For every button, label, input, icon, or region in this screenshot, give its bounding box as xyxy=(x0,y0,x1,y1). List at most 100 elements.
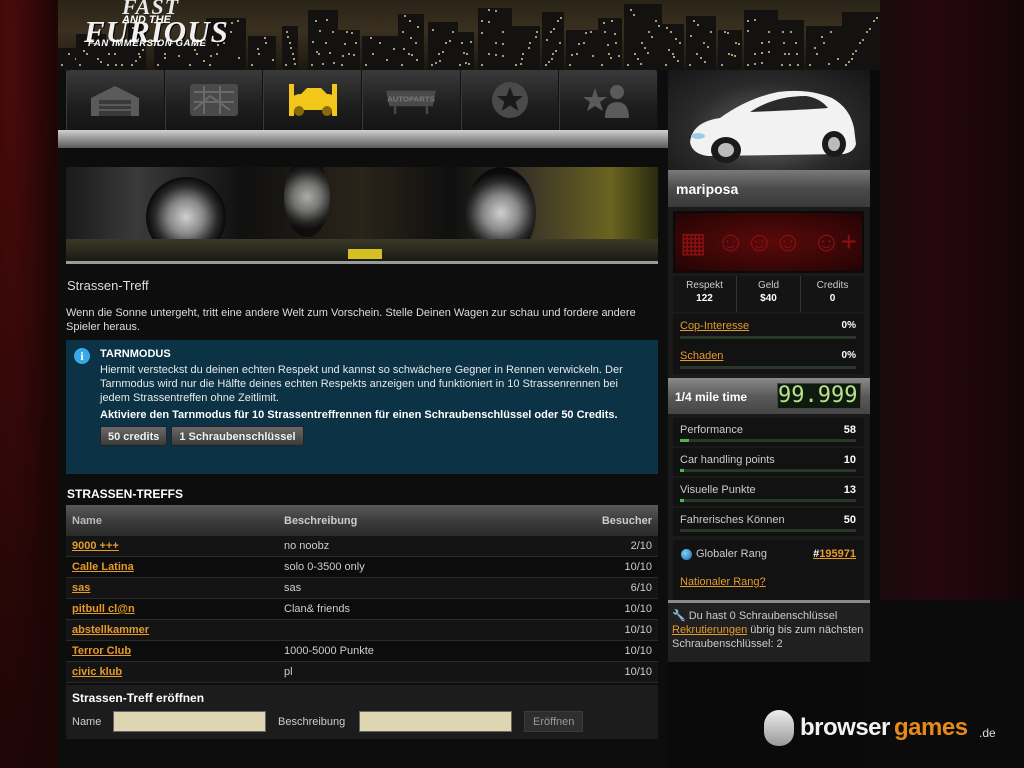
meet-name-link[interactable]: sas xyxy=(66,582,284,594)
nav-garage[interactable] xyxy=(66,70,165,130)
meet-visitors: 10/10 xyxy=(624,666,652,678)
quarter-mile-label: 1/4 mile time xyxy=(675,390,748,404)
meet-name-link[interactable]: abstellkammer xyxy=(66,624,284,636)
table-row: civic klub pl 10/10 xyxy=(66,662,658,683)
damage-link[interactable]: Schaden xyxy=(680,350,723,362)
nav-profile[interactable] xyxy=(559,70,659,130)
info-icon: i xyxy=(74,348,90,364)
meet-description: sas xyxy=(284,582,302,594)
table-body: 9000 +++ no noobz 2/10 Calle Latina solo 0-… xyxy=(66,536,658,683)
car-stat-label: Performance xyxy=(680,424,743,436)
meet-name-input[interactable] xyxy=(113,711,266,732)
rank-panel: Globaler Rang #195971 Nationaler Rang? xyxy=(673,540,864,600)
globe-icon xyxy=(681,548,692,560)
cop-interest-link[interactable]: Cop-Interesse xyxy=(680,320,749,332)
damage-bar xyxy=(680,366,856,369)
svg-text:AUTOPARTS: AUTOPARTS xyxy=(388,95,436,104)
recruitments-link[interactable]: Rekrutierungen xyxy=(672,624,747,636)
stealth-mode-offer: Aktiviere den Tarnmodus für 10 Strassent… xyxy=(100,409,618,421)
player-name: mariposa xyxy=(668,170,870,207)
car-stat-visual: Visuelle Punkte 13 xyxy=(673,478,864,506)
create-meet-title: Strassen-Treff eröffnen xyxy=(72,691,205,705)
garage-icon xyxy=(91,86,140,116)
car-stat-driving-skill: Fahrerisches Können 50 xyxy=(673,508,864,536)
map-icon xyxy=(190,84,238,116)
street-meets-title: STRASSEN-TREFFS xyxy=(67,487,184,501)
browsergames-watermark: browser games .de xyxy=(760,706,1010,750)
car-stat-value: 13 xyxy=(843,484,856,496)
column-description-header: Beschreibung xyxy=(284,514,358,527)
wrench-count-text: Du hast 0 Schraubenschlüssel xyxy=(688,610,838,622)
stat-respect: Respekt 122 xyxy=(673,276,737,312)
stealth-mode-text: Hiermit versteckst du deinen echten Resp… xyxy=(100,364,623,404)
national-rank-link[interactable]: Nationaler Rang? xyxy=(680,576,766,588)
page-intro: Wenn die Sonne untergeht, tritt eine and… xyxy=(66,307,636,333)
car-stat-performance: Performance 58 xyxy=(673,418,864,446)
global-rank-label: Globaler Rang xyxy=(681,548,767,560)
status-panel: ▦ ☺☺☺ ☺+ xyxy=(673,211,864,273)
description-label: Beschreibung xyxy=(278,716,346,728)
wrench-icon: 🔧 xyxy=(672,610,686,622)
car-stat-label: Fahrerisches Können xyxy=(680,514,785,526)
meet-visitors: 10/10 xyxy=(624,603,652,615)
calendar-icon: ▦ xyxy=(679,226,707,258)
car-stat-value: 50 xyxy=(843,514,856,526)
global-rank-value[interactable]: #195971 xyxy=(813,548,856,560)
damage-value: 0% xyxy=(841,350,856,361)
meet-name-link[interactable]: civic klub xyxy=(66,666,284,678)
cop-interest-value: 0% xyxy=(841,320,856,331)
main-content: AUTOPARTS Strassen-Treff Wenn die Sonne … xyxy=(58,70,668,768)
meet-visitors: 10/10 xyxy=(624,624,652,636)
meet-visitors: 10/10 xyxy=(624,561,652,573)
meet-description-input[interactable] xyxy=(359,711,512,732)
player-car-image[interactable] xyxy=(668,70,870,170)
car-stat-value: 58 xyxy=(843,424,856,436)
cop-interest-bar xyxy=(680,336,856,339)
nav-star[interactable] xyxy=(460,70,560,130)
meet-description: no noobz xyxy=(284,540,330,552)
game-logo[interactable]: FAST AND THE FURIOUS FAN IMMERSION GAME xyxy=(82,0,272,56)
page-title: Strassen-Treff xyxy=(67,278,149,293)
buy-with-key-button[interactable]: 1 Schraubenschlüssel xyxy=(171,426,304,446)
nav-autoparts[interactable]: AUTOPARTS xyxy=(362,70,461,130)
column-name-header: Name xyxy=(72,514,102,527)
table-row: Terror Club 1000-5000 Punkte 10/10 xyxy=(66,641,658,662)
stat-money: Geld $40 xyxy=(737,276,801,312)
table-row: sas sas 6/10 xyxy=(66,578,658,599)
meet-description: 1000-5000 Punkte xyxy=(284,645,374,657)
table-header: Name Beschreibung Besucher xyxy=(66,505,658,536)
add-friend-icon[interactable]: ☺+ xyxy=(812,226,857,258)
meet-description: pl xyxy=(284,666,293,678)
cop-interest-row: Cop-Interesse 0% xyxy=(673,314,864,344)
meet-visitors: 10/10 xyxy=(624,645,652,657)
nav-cars[interactable] xyxy=(263,70,363,130)
sidebar: mariposa ▦ ☺☺☺ ☺+ Respekt 122 Geld $40 Cre… xyxy=(668,70,870,662)
stealth-mode-heading: TARNMODUS xyxy=(100,348,171,360)
crew-icon[interactable]: ☺☺☺ xyxy=(716,226,802,258)
meet-name-link[interactable]: pitbull cl@n xyxy=(66,603,284,615)
mouse-icon xyxy=(764,710,794,746)
meet-description: solo 0-3500 only xyxy=(284,561,365,573)
create-meet-form: Strassen-Treff eröffnen Name Beschreibun… xyxy=(66,685,658,739)
quarter-mile-display: 99.999 xyxy=(777,383,861,409)
car-stat-handling: Car handling points 10 xyxy=(673,448,864,476)
meet-name-link[interactable]: Terror Club xyxy=(66,645,284,657)
meet-visitors: 6/10 xyxy=(630,582,652,594)
meet-name-link[interactable]: Calle Latina xyxy=(66,561,284,573)
player-stats: Respekt 122 Geld $40 Credits 0 xyxy=(673,276,864,312)
table-row: Calle Latina solo 0-3500 only 10/10 xyxy=(66,557,658,578)
open-meet-button[interactable]: Eröffnen xyxy=(524,711,584,732)
stealth-mode-panel: i TARNMODUS Hiermit versteckst du deinen… xyxy=(66,340,658,474)
table-row: pitbull cl@n Clan& friends 10/10 xyxy=(66,599,658,620)
nav-map[interactable] xyxy=(164,70,264,130)
buy-with-credits-button[interactable]: 50 credits xyxy=(100,426,168,446)
page-background-left xyxy=(0,0,58,768)
user-star-icon xyxy=(582,85,629,118)
autoparts-icon: AUTOPARTS xyxy=(386,90,437,114)
nav-divider xyxy=(58,130,668,148)
stat-credits: Credits 0 xyxy=(801,276,864,312)
quarter-mile-time: 1/4 mile time 99.999 xyxy=(668,378,870,414)
meet-name-link[interactable]: 9000 +++ xyxy=(66,540,284,552)
page-banner-image xyxy=(66,167,658,261)
table-row: 9000 +++ no noobz 2/10 xyxy=(66,536,658,557)
